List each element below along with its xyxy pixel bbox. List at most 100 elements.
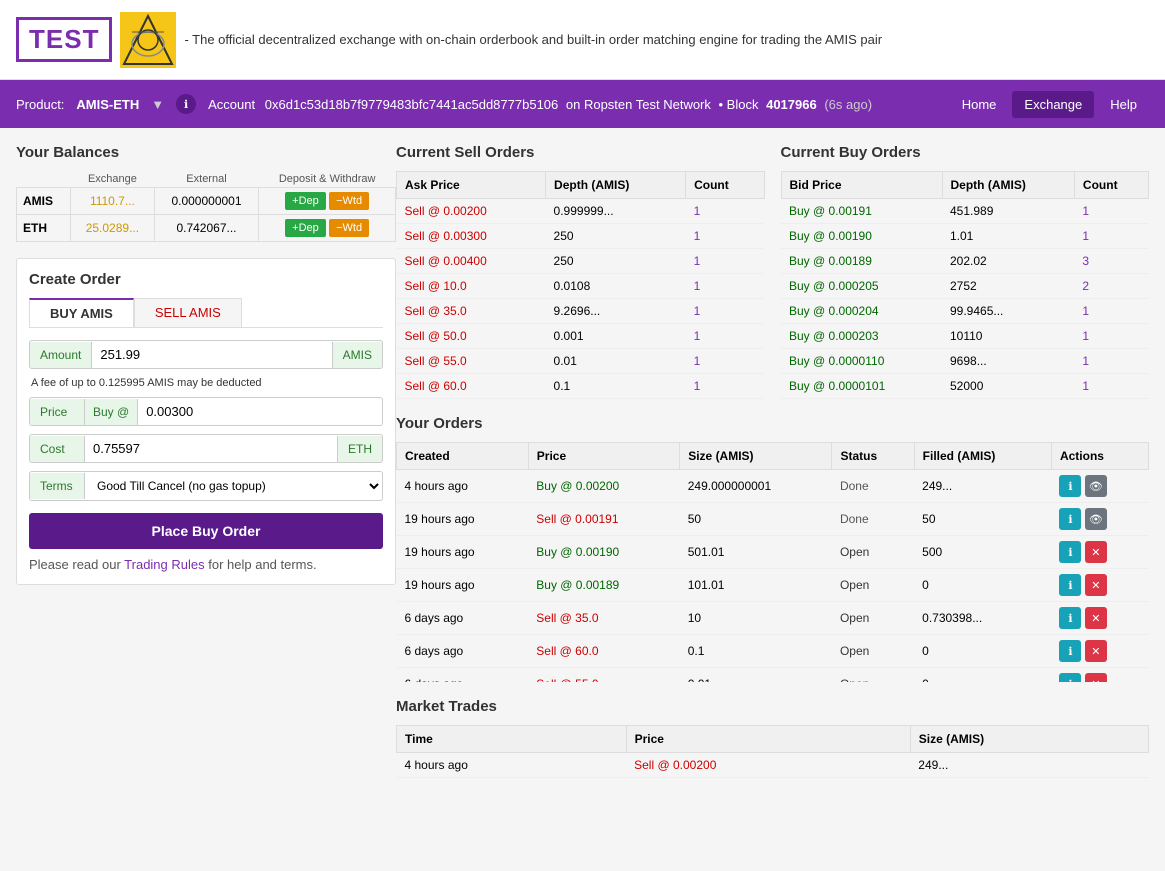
yo-filled: 50 (914, 503, 1051, 536)
sell-count: 1 (686, 199, 764, 224)
your-order-row: 6 days ago Sell @ 35.0 10 Open 0.730398.… (397, 602, 1149, 635)
amount-suffix: AMIS (332, 342, 382, 368)
yo-actions: ℹ ✕ (1051, 569, 1148, 602)
balance-row: AMIS 1110.7... 0.000000001 +Dep −Wtd (17, 188, 396, 215)
sell-ask: Sell @ 50.0 (397, 324, 546, 349)
yo-status: Done (832, 503, 914, 536)
sell-order-row[interactable]: Sell @ 0.00200 0.999999... 1 (397, 199, 765, 224)
cancel-order-button[interactable]: ✕ (1085, 673, 1107, 682)
cancel-order-button[interactable]: ✕ (1085, 607, 1107, 629)
product-label: Product: (16, 97, 64, 112)
sell-count: 1 (686, 349, 764, 374)
sell-order-row[interactable]: Sell @ 10.0 0.0108 1 (397, 274, 765, 299)
buy-order-row[interactable]: Buy @ 0.00190 1.01 1 (781, 224, 1149, 249)
buy-orders-scroll[interactable]: Bid Price Depth (AMIS) Count Buy @ 0.001… (781, 171, 1150, 399)
buy-order-row[interactable]: Buy @ 0.0000101 52000 1 (781, 374, 1149, 399)
buy-bid: Buy @ 0.000204 (781, 299, 942, 324)
trading-rules-link[interactable]: Trading Rules (124, 557, 204, 572)
product-info-button[interactable]: ℹ (176, 94, 196, 114)
info-button[interactable]: ℹ (1059, 607, 1081, 629)
withdraw-button[interactable]: −Wtd (329, 219, 369, 237)
deposit-button[interactable]: +Dep (285, 192, 326, 210)
buy-order-row[interactable]: Buy @ 0.00189 202.02 3 (781, 249, 1149, 274)
sell-orders-title: Current Sell Orders (396, 144, 765, 161)
sell-count: 1 (686, 324, 764, 349)
buy-order-row[interactable]: Buy @ 0.0000110 9698... 1 (781, 349, 1149, 374)
balance-asset: ETH (17, 215, 71, 242)
info-button[interactable]: ℹ (1059, 574, 1081, 596)
yo-col-actions: Actions (1051, 443, 1148, 470)
nav-exchange-button[interactable]: Exchange (1012, 91, 1094, 118)
product-value[interactable]: AMIS-ETH (76, 97, 139, 112)
buy-order-row[interactable]: Buy @ 0.000204 99.9465... 1 (781, 299, 1149, 324)
buy-bid: Buy @ 0.00189 (781, 249, 942, 274)
sell-depth: 250 (546, 224, 686, 249)
your-orders-table: Created Price Size (AMIS) Status Filled … (396, 442, 1149, 682)
yo-created: 6 days ago (397, 635, 529, 668)
nav-home-button[interactable]: Home (950, 91, 1009, 118)
nav-bar: Product: AMIS-ETH ▼ ℹ Account 0x6d1c53d1… (0, 80, 1165, 128)
eye-button[interactable]: 👁 (1085, 508, 1107, 530)
info-button[interactable]: ℹ (1059, 508, 1081, 530)
balance-external: 0.000000001 (154, 188, 259, 215)
eye-button[interactable]: 👁 (1085, 475, 1107, 497)
cancel-order-button[interactable]: ✕ (1085, 574, 1107, 596)
tab-buy-amis[interactable]: BUY AMIS (29, 298, 134, 327)
cost-input[interactable] (85, 435, 337, 462)
yo-created: 4 hours ago (397, 470, 529, 503)
sell-depth: 0.01 (546, 349, 686, 374)
buy-bid: Buy @ 0.000205 (781, 274, 942, 299)
sell-order-row[interactable]: Sell @ 50.0 0.001 1 (397, 324, 765, 349)
sell-depth: 9.2696... (546, 299, 686, 324)
sell-orders-scroll[interactable]: Ask Price Depth (AMIS) Count Sell @ 0.00… (396, 171, 765, 399)
terms-select[interactable]: Good Till Cancel (no gas topup)Good Till… (85, 472, 382, 500)
sell-order-row[interactable]: Sell @ 60.0 0.1 1 (397, 374, 765, 399)
balance-exchange: 1110.7... (71, 188, 155, 215)
info-button[interactable]: ℹ (1059, 673, 1081, 682)
sell-order-row[interactable]: Sell @ 55.0 0.01 1 (397, 349, 765, 374)
place-order-button[interactable]: Place Buy Order (29, 513, 383, 549)
withdraw-button[interactable]: −Wtd (329, 192, 369, 210)
balance-exchange: 25.0289... (71, 215, 155, 242)
cancel-order-button[interactable]: ✕ (1085, 640, 1107, 662)
nav-right: Home Exchange Help (950, 91, 1149, 118)
buy-count: 1 (1074, 324, 1148, 349)
sell-order-row[interactable]: Sell @ 35.0 9.2696... 1 (397, 299, 765, 324)
sell-order-row[interactable]: Sell @ 0.00300 250 1 (397, 224, 765, 249)
mt-size: 249... (910, 753, 1148, 778)
buy-order-row[interactable]: Buy @ 0.000203 10110 1 (781, 324, 1149, 349)
balance-asset: AMIS (17, 188, 71, 215)
tab-sell-amis[interactable]: SELL AMIS (134, 298, 242, 327)
info-button[interactable]: ℹ (1059, 640, 1081, 662)
deposit-button[interactable]: +Dep (285, 219, 326, 237)
sell-ask: Sell @ 60.0 (397, 374, 546, 399)
buy-count: 1 (1074, 224, 1148, 249)
col-asset (17, 171, 71, 188)
price-label: Price (30, 399, 85, 425)
sell-order-row[interactable]: Sell @ 0.00400 250 1 (397, 249, 765, 274)
price-input[interactable] (138, 398, 382, 425)
sell-depth: 0.1 (546, 374, 686, 399)
buy-count: 1 (1074, 374, 1148, 399)
cost-suffix: ETH (337, 436, 382, 462)
info-button[interactable]: ℹ (1059, 541, 1081, 563)
market-trades-section: Market Trades Time Price Size (AMIS) 4 h… (396, 698, 1149, 778)
trading-rules-text: Please read our Trading Rules for help a… (29, 557, 383, 572)
yo-filled: 249... (914, 470, 1051, 503)
buy-depth: 202.02 (942, 249, 1074, 274)
buy-order-row[interactable]: Buy @ 0.00191 451.989 1 (781, 199, 1149, 224)
buy-order-row[interactable]: Buy @ 0.000205 2752 2 (781, 274, 1149, 299)
yo-col-status: Status (832, 443, 914, 470)
yo-actions: ℹ ✕ (1051, 635, 1148, 668)
sell-col-depth: Depth (AMIS) (546, 172, 686, 199)
buy-depth: 1.01 (942, 224, 1074, 249)
cancel-order-button[interactable]: ✕ (1085, 541, 1107, 563)
buy-col-count: Count (1074, 172, 1148, 199)
terms-row: Terms Good Till Cancel (no gas topup)Goo… (29, 471, 383, 501)
your-orders-scroll[interactable]: Created Price Size (AMIS) Status Filled … (396, 442, 1149, 682)
amount-input[interactable] (92, 341, 331, 368)
sell-ask: Sell @ 35.0 (397, 299, 546, 324)
balance-actions: +Dep −Wtd (259, 215, 396, 242)
nav-help-button[interactable]: Help (1098, 91, 1149, 118)
info-button[interactable]: ℹ (1059, 475, 1081, 497)
